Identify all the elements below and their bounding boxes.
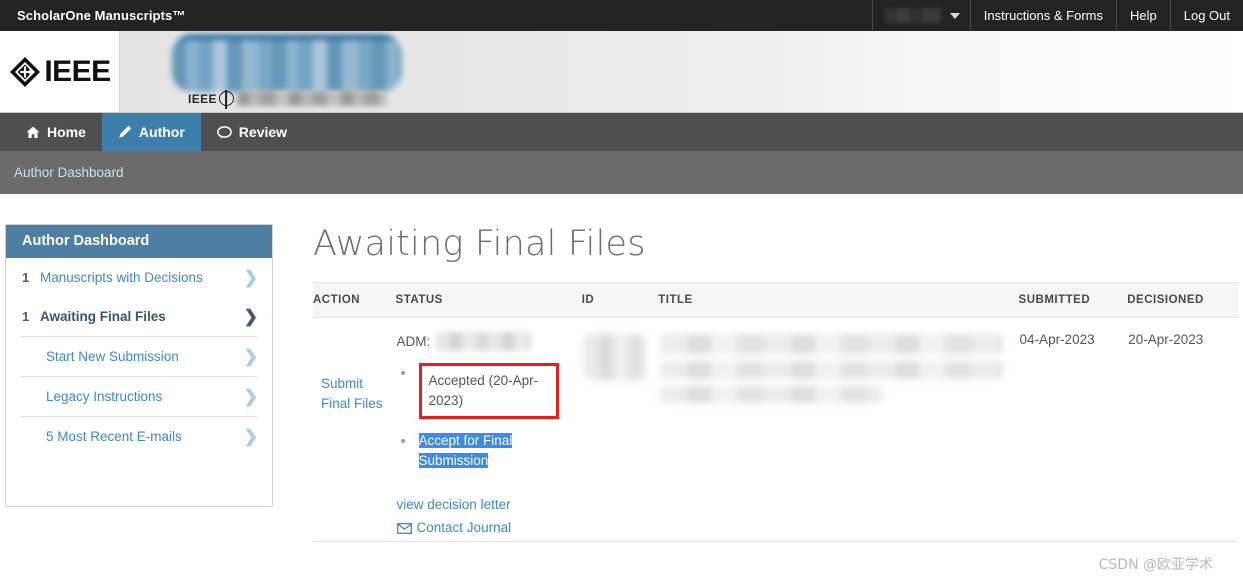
log-out-link[interactable]: Log Out [1169,0,1243,31]
manuscripts-table: ACTION STATUS ID TITLE SUBMITTED DECISIO… [313,282,1238,542]
tab-author[interactable]: Author [101,113,201,151]
speech-bubble-icon [216,125,232,139]
sidebar-item-label: Manuscripts with Decisions [40,270,203,285]
sidebar-header: Author Dashboard [6,225,272,258]
column-header-id: ID [581,282,659,318]
home-icon [26,126,40,139]
cell-decisioned: 20-Apr-2023 [1127,317,1238,542]
contact-journal-link[interactable]: Contact Journal [417,517,512,540]
page-content: Author Dashboard 1 Manuscripts with Deci… [0,194,1243,542]
chevron-right-icon: ❯ [243,268,258,287]
chevron-right-icon: ❯ [243,307,258,326]
sidebar-item-label: Legacy Instructions [46,389,163,404]
pencil-icon [118,125,132,139]
tab-home[interactable]: Home [10,113,102,151]
main-navigation: Home Author Review [0,113,1243,151]
manuscript-title-redacted [659,334,1017,403]
breadcrumb-author-dashboard[interactable]: Author Dashboard [14,165,124,180]
column-header-status: STATUS [395,282,582,318]
cell-action: Submit Final Files [313,317,396,542]
top-bar-links: Instructions & Forms Help Log Out [871,0,1243,31]
cell-submitted: 04-Apr-2023 [1018,317,1128,542]
column-header-decisioned: DECISIONED [1127,282,1238,318]
adm-row: ADM: [397,332,581,351]
tab-home-label: Home [47,124,86,140]
user-account-menu[interactable] [871,0,970,31]
view-decision-letter-link[interactable]: view decision letter [397,497,511,512]
page-title: Awaiting Final Files [313,224,646,264]
status-links: view decision letter Contact Journal [397,494,581,540]
accept-for-final-submission-text: Accept for Final Submission [418,433,513,469]
chevron-down-icon [949,12,960,19]
help-link[interactable]: Help [1115,0,1170,31]
status-item-accept-for-final-submission: Accept for Final Submission [397,431,581,472]
user-name-redacted [884,8,941,23]
journal-sub-ieee-text: IEEE [188,91,217,106]
ieee-phi-icon [218,91,234,106]
envelope-icon [396,522,412,534]
ieee-diamond-icon [10,56,41,87]
submit-final-files-link[interactable]: Submit Final Files [321,332,395,413]
adm-value-redacted [436,332,532,351]
manuscript-id-redacted [582,334,645,380]
main-panel: Awaiting Final Files ACTION STATUS ID TI… [273,224,1243,542]
journal-logo-redacted [172,34,402,92]
instructions-and-forms-link[interactable]: Instructions & Forms [969,0,1116,31]
author-dashboard-sidebar: Author Dashboard 1 Manuscripts with Deci… [5,224,273,507]
sidebar-item-label: Awaiting Final Files [40,309,166,324]
sidebar-item-label: 5 Most Recent E-mails [46,429,182,444]
chevron-right-icon: ❯ [243,387,258,406]
product-title: ScholarOne Manuscripts™ [17,8,186,23]
cell-title [658,317,1019,542]
journal-name-redacted [236,91,387,106]
sidebar-item-manuscripts-with-decisions[interactable]: 1 Manuscripts with Decisions ❯ [6,258,272,297]
ieee-wordmark: IEEE [44,54,111,88]
status-item-accepted: Accepted (20-Apr-2023) [397,363,581,420]
sidebar-item-awaiting-final-files[interactable]: 1 Awaiting Final Files ❯ [6,297,272,336]
ieee-logo-box[interactable]: IEEE [0,31,120,112]
contact-journal-row[interactable]: Contact Journal [396,517,581,540]
journal-subtitle: IEEE [188,91,387,106]
sidebar-item-start-new-submission[interactable]: Start New Submission ❯ [6,337,272,376]
tab-review-label: Review [238,124,288,140]
adm-label: ADM: [396,334,431,349]
watermark: CSDN @欧亚学术 [1098,557,1213,573]
column-header-submitted: SUBMITTED [1018,282,1128,318]
tab-review[interactable]: Review [201,113,303,151]
chevron-right-icon: ❯ [243,427,258,446]
table-header-row: ACTION STATUS ID TITLE SUBMITTED DECISIO… [313,282,1238,318]
status-list: Accepted (20-Apr-2023) Accept for Final … [397,363,581,472]
top-bar: ScholarOne Manuscripts™ Instructions & F… [0,0,1243,31]
banner-strip: IEEE IEEE [0,31,1243,113]
table-row: Submit Final Files ADM: Accepted (20-Apr… [313,317,1238,542]
ieee-logo: IEEE [8,54,111,89]
journal-banner: IEEE [120,31,1243,112]
sidebar-count: 1 [22,270,30,285]
accepted-status-annotated: Accepted (20-Apr-2023) [418,363,559,420]
column-header-title: TITLE [658,282,1019,318]
sidebar-item-label: Start New Submission [46,349,179,364]
column-header-action: ACTION [313,282,396,318]
tab-author-label: Author [138,124,185,140]
sidebar-item-most-recent-emails[interactable]: 5 Most Recent E-mails ❯ [6,417,272,456]
sidebar-item-legacy-instructions[interactable]: Legacy Instructions ❯ [6,377,272,416]
chevron-right-icon: ❯ [243,347,258,366]
cell-id [581,317,659,542]
sidebar-count: 1 [22,309,30,324]
breadcrumb: Author Dashboard [0,151,1243,194]
cell-status: ADM: Accepted (20-Apr-2023) Accept for F… [395,317,582,542]
